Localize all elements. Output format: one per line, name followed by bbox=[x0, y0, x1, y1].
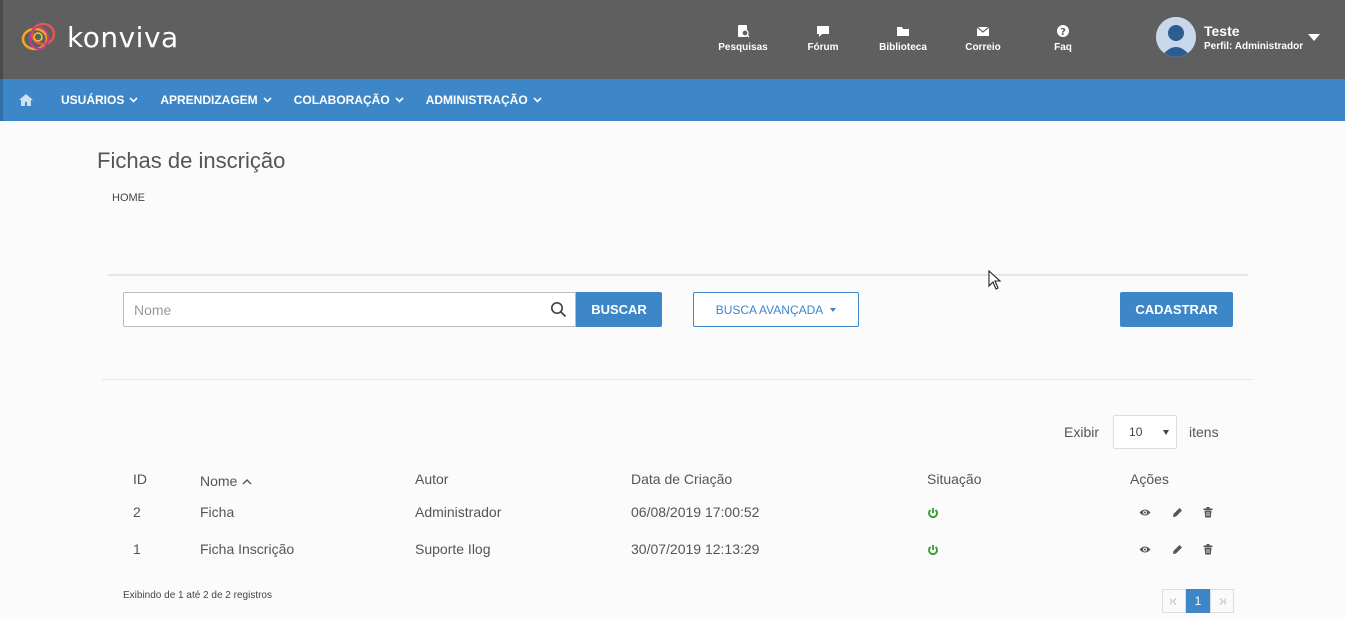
show-label: Exibir bbox=[1064, 424, 1100, 440]
per-page-select[interactable]: 10 bbox=[1113, 415, 1178, 449]
power-status-icon[interactable] bbox=[927, 507, 939, 519]
folder-icon bbox=[897, 27, 909, 36]
svg-text:?: ? bbox=[1060, 27, 1066, 38]
col-header-autor[interactable]: Autor bbox=[415, 471, 448, 487]
profile-role: Perfil: Administrador bbox=[1204, 40, 1304, 52]
topnav-label: Correio bbox=[965, 42, 1001, 53]
items-label: itens bbox=[1189, 424, 1219, 440]
col-header-data[interactable]: Data de Criação bbox=[631, 471, 732, 487]
top-header: konviva Pesquisas Fórum Biblioteca Corre… bbox=[0, 0, 1345, 79]
chevron-down-icon bbox=[1308, 34, 1320, 41]
delete-icon[interactable] bbox=[1203, 544, 1213, 555]
menu-label: COLABORAÇÃO bbox=[293, 93, 390, 107]
edit-icon[interactable] bbox=[1172, 507, 1183, 518]
cell-autor: Suporte Ilog bbox=[415, 541, 491, 557]
top-nav: Pesquisas Fórum Biblioteca Correio ? Faq bbox=[703, 24, 1103, 53]
divider bbox=[102, 379, 1253, 380]
menu-label: APRENDIZAGEM bbox=[160, 93, 258, 107]
first-page-button[interactable] bbox=[1162, 589, 1186, 613]
konviva-logo[interactable]: konviva bbox=[21, 20, 179, 54]
logo-rings-icon bbox=[21, 20, 63, 54]
search-input[interactable] bbox=[124, 293, 524, 326]
view-icon[interactable] bbox=[1139, 545, 1151, 554]
per-page-control: Exibir 10 itens bbox=[1064, 415, 1219, 449]
chevron-down-icon bbox=[263, 97, 272, 103]
topnav-label: Pesquisas bbox=[718, 42, 768, 53]
first-page-icon bbox=[1170, 597, 1177, 605]
profile-name: Teste bbox=[1204, 22, 1240, 39]
question-icon: ? bbox=[1057, 25, 1069, 38]
col-header-acoes: Ações bbox=[1130, 471, 1169, 487]
caret-down-icon bbox=[1163, 429, 1170, 435]
view-icon[interactable] bbox=[1139, 508, 1151, 517]
col-header-situacao[interactable]: Situação bbox=[927, 471, 981, 487]
breadcrumb-home[interactable]: HOME bbox=[112, 192, 145, 204]
menu-label: ADMINISTRAÇÃO bbox=[425, 93, 528, 107]
topnav-correio[interactable]: Correio bbox=[943, 24, 1023, 53]
edit-icon[interactable] bbox=[1172, 544, 1183, 555]
main-menu: USUÁRIOS APRENDIZAGEM COLABORAÇÃO ADMINI… bbox=[0, 79, 1345, 121]
topnav-forum[interactable]: Fórum bbox=[783, 24, 863, 53]
topnav-faq[interactable]: ? Faq bbox=[1023, 24, 1103, 53]
topnav-label: Faq bbox=[1054, 42, 1072, 53]
user-profile-menu[interactable]: Teste Perfil: Administrador bbox=[1156, 17, 1320, 57]
cell-data: 06/08/2019 17:00:52 bbox=[631, 504, 760, 520]
menu-aprendizagem[interactable]: APRENDIZAGEM bbox=[160, 93, 272, 107]
page-title: Fichas de inscrição bbox=[97, 148, 286, 173]
chevron-down-icon bbox=[129, 97, 138, 103]
topnav-label: Fórum bbox=[807, 42, 839, 53]
mail-icon bbox=[976, 26, 990, 36]
chevron-down-icon bbox=[533, 97, 542, 103]
pagination: 1 bbox=[1162, 589, 1234, 613]
divider bbox=[108, 274, 1248, 276]
cell-id: 2 bbox=[133, 504, 141, 520]
cell-data: 30/07/2019 12:13:29 bbox=[631, 541, 760, 557]
menu-label: USUÁRIOS bbox=[61, 93, 125, 107]
brand-name: konviva bbox=[67, 20, 179, 54]
cell-id: 1 bbox=[133, 541, 141, 557]
page-button-current[interactable]: 1 bbox=[1186, 589, 1210, 613]
cell-autor: Administrador bbox=[415, 504, 502, 520]
home-icon[interactable] bbox=[3, 79, 49, 121]
survey-icon bbox=[738, 25, 750, 38]
avatar bbox=[1156, 17, 1196, 57]
topnav-pesquisas[interactable]: Pesquisas bbox=[703, 24, 783, 53]
col-header-nome[interactable]: Nome bbox=[200, 473, 252, 489]
per-page-value: 10 bbox=[1129, 425, 1143, 439]
chevron-down-icon bbox=[395, 97, 404, 103]
forum-icon bbox=[817, 26, 829, 37]
create-button[interactable]: CADASTRAR bbox=[1120, 292, 1233, 327]
topnav-label: Biblioteca bbox=[879, 42, 927, 53]
menu-colaboracao[interactable]: COLABORAÇÃO bbox=[294, 93, 404, 107]
power-status-icon[interactable] bbox=[927, 544, 939, 556]
sort-asc-icon bbox=[242, 478, 252, 484]
topnav-biblioteca[interactable]: Biblioteca bbox=[863, 24, 943, 53]
col-header-id[interactable]: ID bbox=[133, 471, 147, 487]
advanced-search-label: BUSCA AVANÇADA bbox=[715, 302, 824, 317]
records-summary: Exibindo de 1 até 2 de 2 registros bbox=[123, 590, 272, 601]
mouse-cursor-icon bbox=[988, 270, 1002, 290]
cell-nome: Ficha Inscrição bbox=[200, 541, 295, 557]
cell-nome: Ficha bbox=[200, 504, 235, 520]
search-button[interactable]: BUSCAR bbox=[576, 292, 662, 327]
search-box bbox=[123, 292, 576, 327]
search-icon[interactable] bbox=[550, 301, 567, 318]
last-page-icon bbox=[1219, 597, 1226, 605]
advanced-search-button[interactable]: BUSCA AVANÇADA bbox=[693, 292, 859, 327]
last-page-button[interactable] bbox=[1210, 589, 1234, 613]
delete-icon[interactable] bbox=[1203, 507, 1213, 518]
menu-administracao[interactable]: ADMINISTRAÇÃO bbox=[426, 93, 542, 107]
menu-usuarios[interactable]: USUÁRIOS bbox=[61, 93, 138, 107]
caret-down-icon bbox=[830, 307, 837, 312]
col-header-label: Nome bbox=[200, 473, 238, 489]
